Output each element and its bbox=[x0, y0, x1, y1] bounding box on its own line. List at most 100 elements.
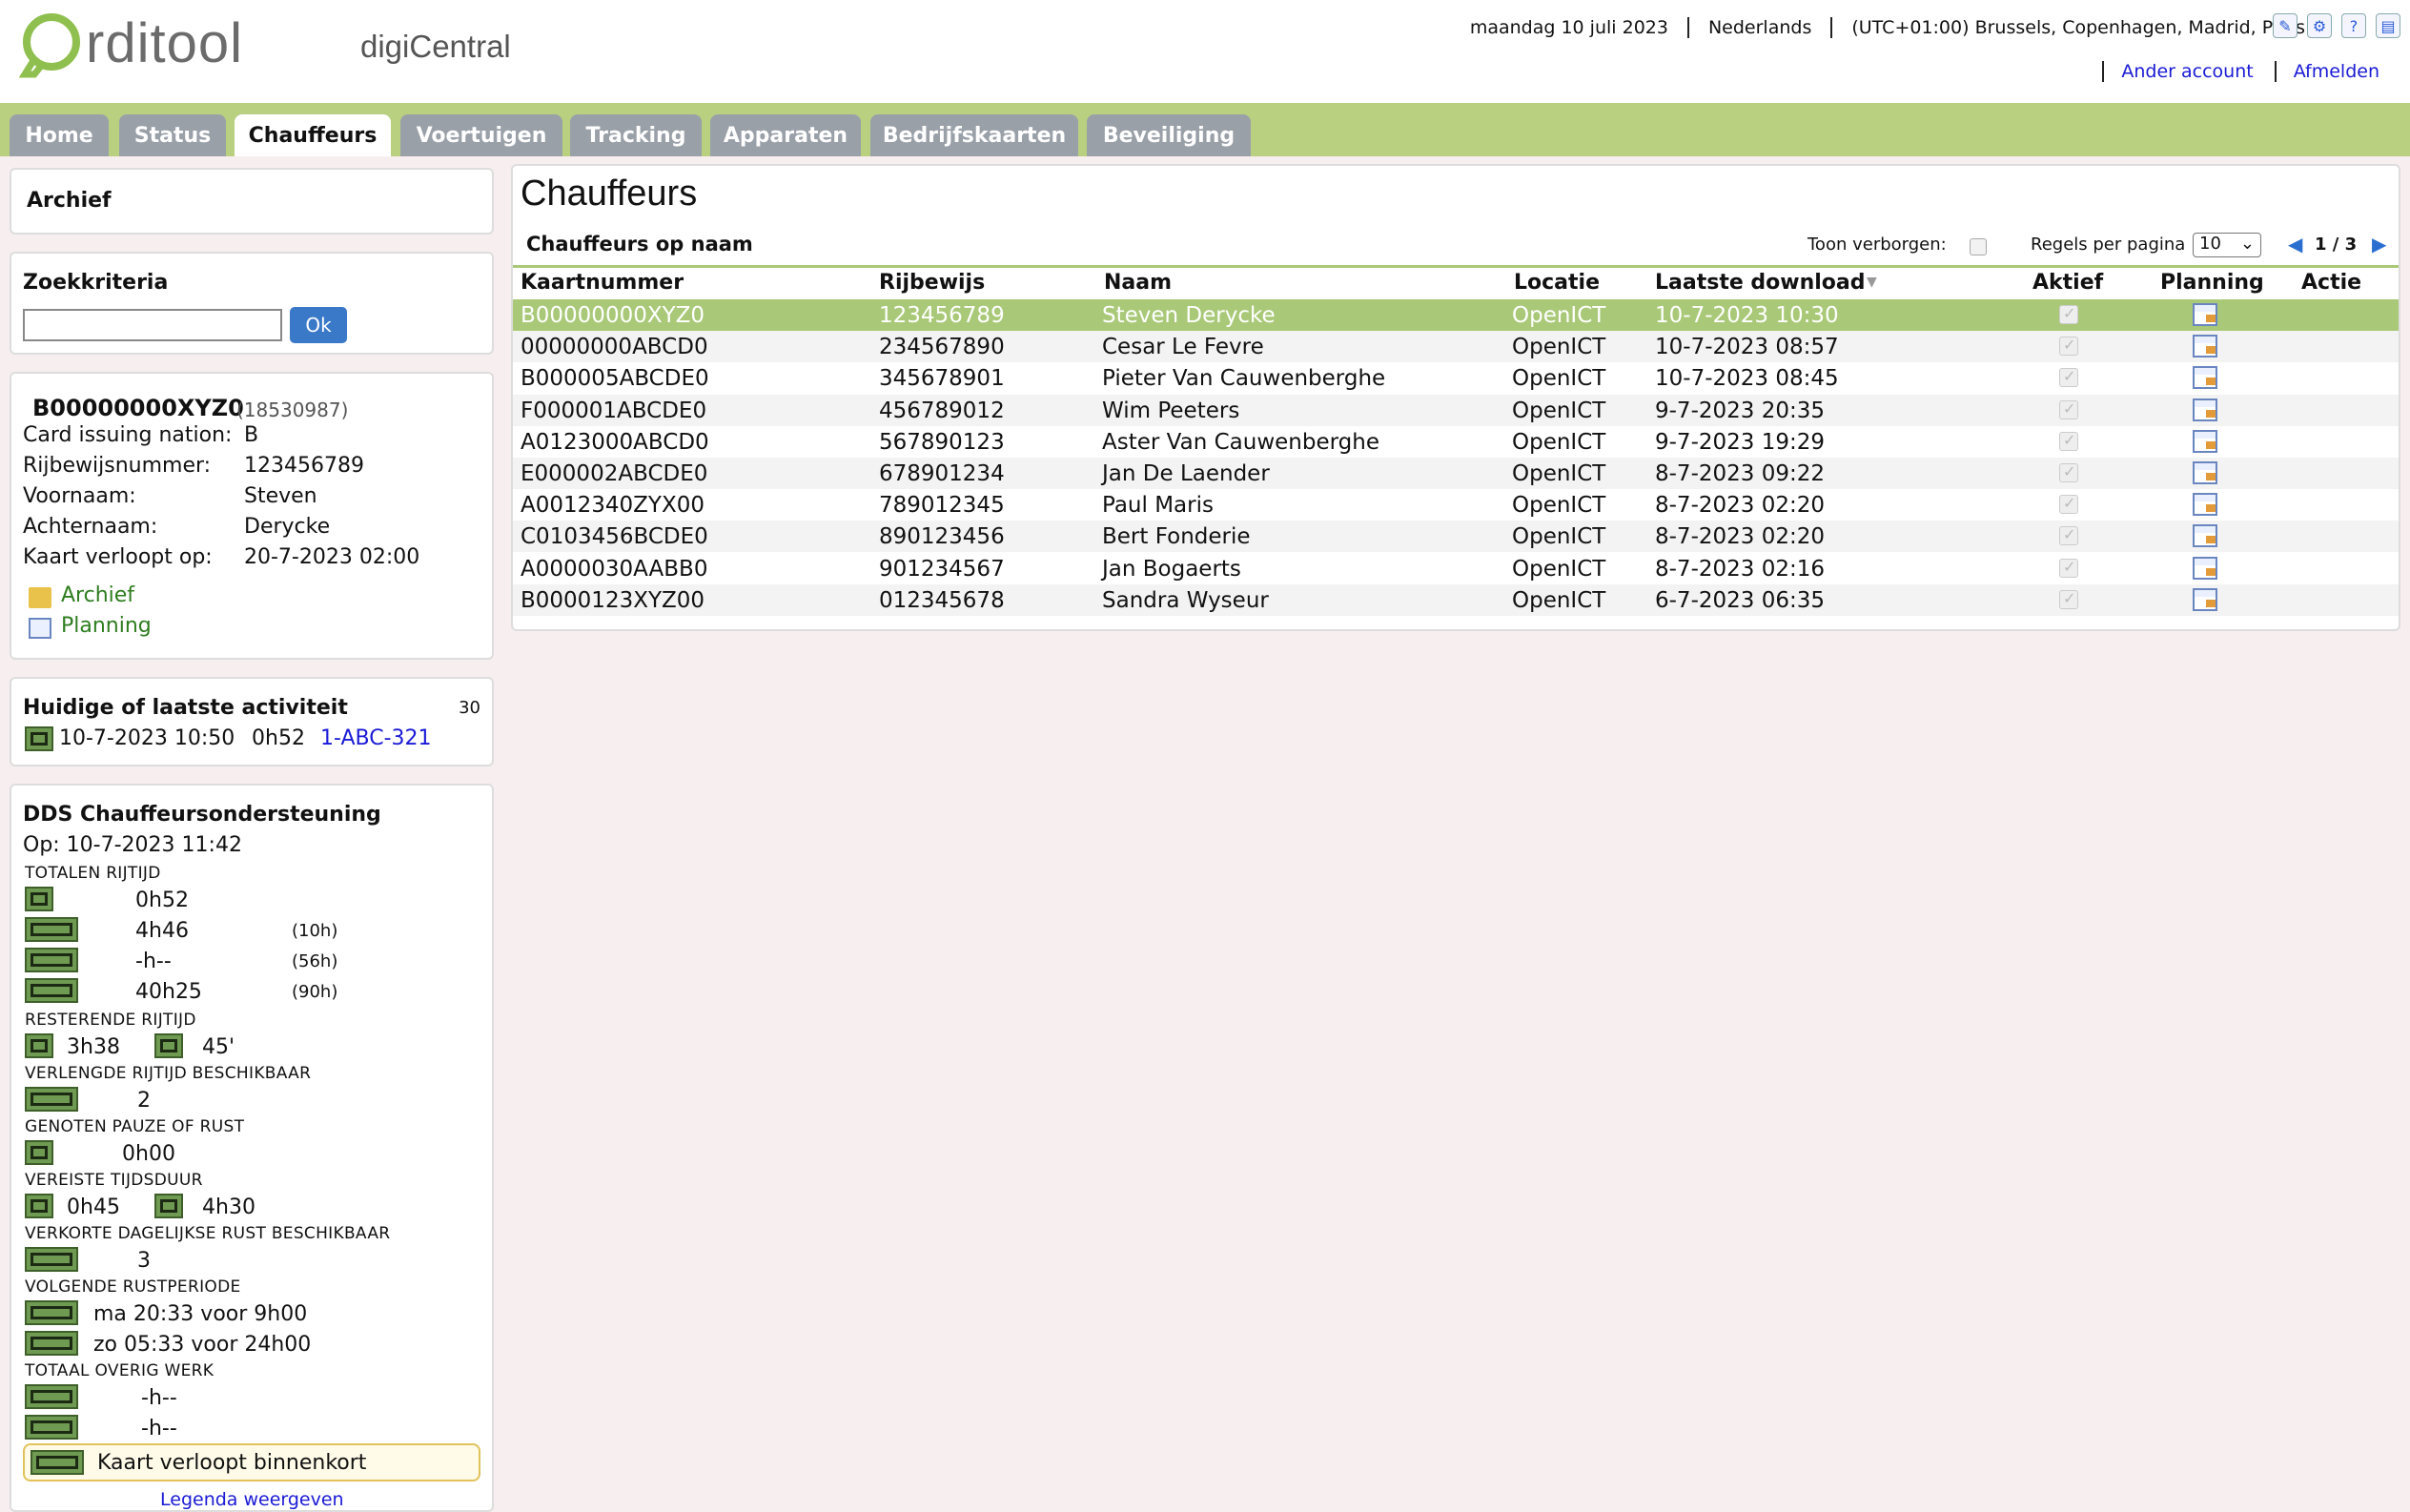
tab-bedrijfskaarten[interactable]: Bedrijfskaarten bbox=[870, 114, 1078, 156]
col-rijbewijs[interactable]: Rijbewijs bbox=[879, 271, 985, 295]
planning-icon bbox=[29, 618, 51, 639]
col-kaartnummer[interactable]: Kaartnummer bbox=[521, 271, 684, 295]
cell-license: 345678901 bbox=[879, 366, 1005, 392]
field-value-firstname: Steven bbox=[244, 484, 317, 508]
col-laatste-download[interactable]: Laatste download bbox=[1655, 271, 1866, 295]
tab-apparaten[interactable]: Apparaten bbox=[710, 114, 861, 156]
search-ok-button[interactable]: Ok bbox=[290, 307, 347, 343]
other-work-0: -h-- bbox=[141, 1386, 177, 1410]
col-locatie[interactable]: Locatie bbox=[1514, 271, 1600, 295]
search-input[interactable] bbox=[23, 309, 282, 341]
tab-status[interactable]: Status bbox=[119, 114, 226, 156]
table-row[interactable]: B0000123XYZ00 012345678 Sandra Wyseur OpenI… bbox=[513, 583, 2399, 616]
planning-icon[interactable] bbox=[2193, 303, 2217, 326]
tab-beveiliging[interactable]: Beveiliging bbox=[1087, 114, 1251, 156]
planning-icon[interactable] bbox=[2193, 335, 2217, 358]
planning-icon[interactable] bbox=[2193, 398, 2217, 421]
drive-week-icon bbox=[25, 948, 78, 972]
language-selector[interactable]: Nederlands bbox=[1686, 17, 1830, 38]
activity-date: 10-7-2023 10:50 bbox=[59, 726, 235, 750]
cell-name: Aster Van Cauwenberghe bbox=[1102, 429, 1379, 455]
rows-per-page-label: Regels per pagina bbox=[2031, 235, 2186, 255]
field-value-license: 123456789 bbox=[244, 454, 364, 478]
cell-location: OpenICT bbox=[1512, 303, 1606, 328]
planning-icon[interactable] bbox=[2193, 493, 2217, 517]
cell-name: Jan De Laender bbox=[1102, 461, 1270, 486]
prev-page-icon[interactable]: ◀ bbox=[2288, 233, 2302, 255]
next-daily-rest-icon bbox=[25, 1300, 78, 1325]
logout-link[interactable]: Afmelden bbox=[2274, 61, 2379, 82]
driver-archive-link[interactable]: Archief bbox=[61, 583, 134, 607]
timezone-selector[interactable]: (UTC+01:00) Brussels, Copenhagen, Madrid… bbox=[1830, 17, 2324, 38]
driver-id: (18530987) bbox=[236, 398, 349, 421]
cell-download: 9-7-2023 19:29 bbox=[1655, 429, 1825, 455]
extended-value: 2 bbox=[137, 1089, 151, 1113]
table-row[interactable]: 00000000ABCD0 234567890 Cesar Le Fevre Open… bbox=[513, 331, 2399, 363]
next-rest-0: ma 20:33 voor 9h00 bbox=[93, 1302, 308, 1326]
col-naam[interactable]: Naam bbox=[1104, 271, 1172, 295]
archive-title[interactable]: Archief bbox=[27, 189, 112, 213]
cell-download: 8-7-2023 09:22 bbox=[1655, 461, 1825, 486]
activity-plate-link[interactable]: 1-ABC-321 bbox=[320, 726, 432, 750]
col-planning: Planning bbox=[2160, 271, 2264, 295]
table-row[interactable]: A0012340ZYX00 789012345 Paul Maris OpenICT 8… bbox=[513, 489, 2399, 521]
planning-icon[interactable] bbox=[2193, 429, 2217, 453]
rows-per-page-select[interactable]: 10 ⌄ bbox=[2193, 233, 2261, 257]
table-row[interactable]: E000002ABCDE0 678901234 Jan De Laender Open… bbox=[513, 458, 2399, 489]
sort-desc-icon[interactable]: ▼ bbox=[1867, 275, 1877, 290]
table-row[interactable]: F000001ABCDE0 456789012 Wim Peeters OpenICT… bbox=[513, 394, 2399, 426]
cell-name: Steven Derycke bbox=[1102, 303, 1276, 328]
other-account-link[interactable]: Ander account bbox=[2102, 61, 2254, 82]
tab-chauffeurs[interactable]: Chauffeurs bbox=[235, 114, 391, 156]
cell-license: 012345678 bbox=[879, 587, 1005, 613]
table-row[interactable]: A0000030AABB0 901234567 Jan Bogaerts OpenIC… bbox=[513, 553, 2399, 584]
planning-icon[interactable] bbox=[2193, 461, 2217, 484]
tab-home[interactable]: Home bbox=[10, 114, 109, 156]
cell-card: A0000030AABB0 bbox=[521, 556, 708, 582]
cell-location: OpenICT bbox=[1512, 587, 1606, 613]
settings-icon[interactable]: ✎ bbox=[2273, 13, 2298, 38]
cell-card: B00000000XYZ0 bbox=[521, 303, 705, 328]
table-row[interactable]: C0103456BCDE0 890123456 Bert Fonderie OpenI… bbox=[513, 521, 2399, 553]
report-icon[interactable]: ▤ bbox=[2376, 13, 2400, 38]
active-checkbox bbox=[2059, 525, 2078, 546]
next-page-icon[interactable]: ▶ bbox=[2372, 233, 2386, 255]
field-value-expiry: 20-7-2023 02:00 bbox=[244, 545, 420, 569]
cell-name: Pieter Van Cauwenberghe bbox=[1102, 366, 1386, 392]
tab-voertuigen[interactable]: Voertuigen bbox=[400, 114, 562, 156]
dds-title: DDS Chauffeursondersteuning bbox=[23, 803, 381, 827]
activity-title: Huidige of laatste activiteit bbox=[23, 696, 348, 720]
show-hidden-checkbox[interactable] bbox=[1970, 238, 1987, 255]
planning-icon[interactable] bbox=[2193, 366, 2217, 390]
tab-tracking[interactable]: Tracking bbox=[570, 114, 702, 156]
help-icon[interactable]: ? bbox=[2341, 13, 2366, 38]
cell-card: A0012340ZYX00 bbox=[521, 493, 705, 519]
table-header: Kaartnummer Rijbewijs Naam Locatie Laats… bbox=[513, 271, 2399, 297]
table-row[interactable]: A0123000ABCD0 567890123 Aster Van Cauwenbe… bbox=[513, 426, 2399, 458]
table-row[interactable]: B000005ABCDE0 345678901 Pieter Van Cauwenb… bbox=[513, 362, 2399, 394]
planning-icon[interactable] bbox=[2193, 587, 2217, 611]
planning-icon[interactable] bbox=[2193, 556, 2217, 580]
extended-drive-icon bbox=[25, 1087, 78, 1112]
active-checkbox bbox=[2059, 304, 2078, 324]
drive-fortnight-icon bbox=[25, 978, 78, 1003]
cell-license: 456789012 bbox=[879, 398, 1005, 423]
remaining-pause-icon bbox=[154, 1033, 183, 1058]
total-3-limit: (90h) bbox=[292, 982, 338, 1002]
col-actie: Actie bbox=[2301, 271, 2362, 295]
field-label-expiry: Kaart verloopt op: bbox=[23, 545, 213, 569]
shortened-rest-icon bbox=[25, 1247, 78, 1272]
driver-panel: B00000000XYZ0 (18530987) Card issuing na… bbox=[10, 372, 494, 660]
cell-download: 6-7-2023 06:35 bbox=[1655, 587, 1825, 613]
planning-icon[interactable] bbox=[2193, 524, 2217, 548]
driving-activity-icon bbox=[25, 726, 53, 751]
legend-link[interactable]: Legenda weergeven bbox=[160, 1489, 344, 1510]
dds-panel: DDS Chauffeursondersteuning Op: 10-7-202… bbox=[10, 784, 494, 1512]
users-icon[interactable]: ⚙ bbox=[2307, 13, 2332, 38]
archive-panel: Archief bbox=[10, 168, 494, 235]
total-3: 40h25 bbox=[135, 980, 202, 1004]
top-icons: ✎ ⚙ ? ▤ bbox=[2273, 13, 2400, 38]
driver-planning-link[interactable]: Planning bbox=[61, 614, 152, 638]
table-row[interactable]: B00000000XYZ0 123456789 Steven Derycke Open… bbox=[513, 299, 2399, 331]
cell-card: A0123000ABCD0 bbox=[521, 429, 709, 455]
